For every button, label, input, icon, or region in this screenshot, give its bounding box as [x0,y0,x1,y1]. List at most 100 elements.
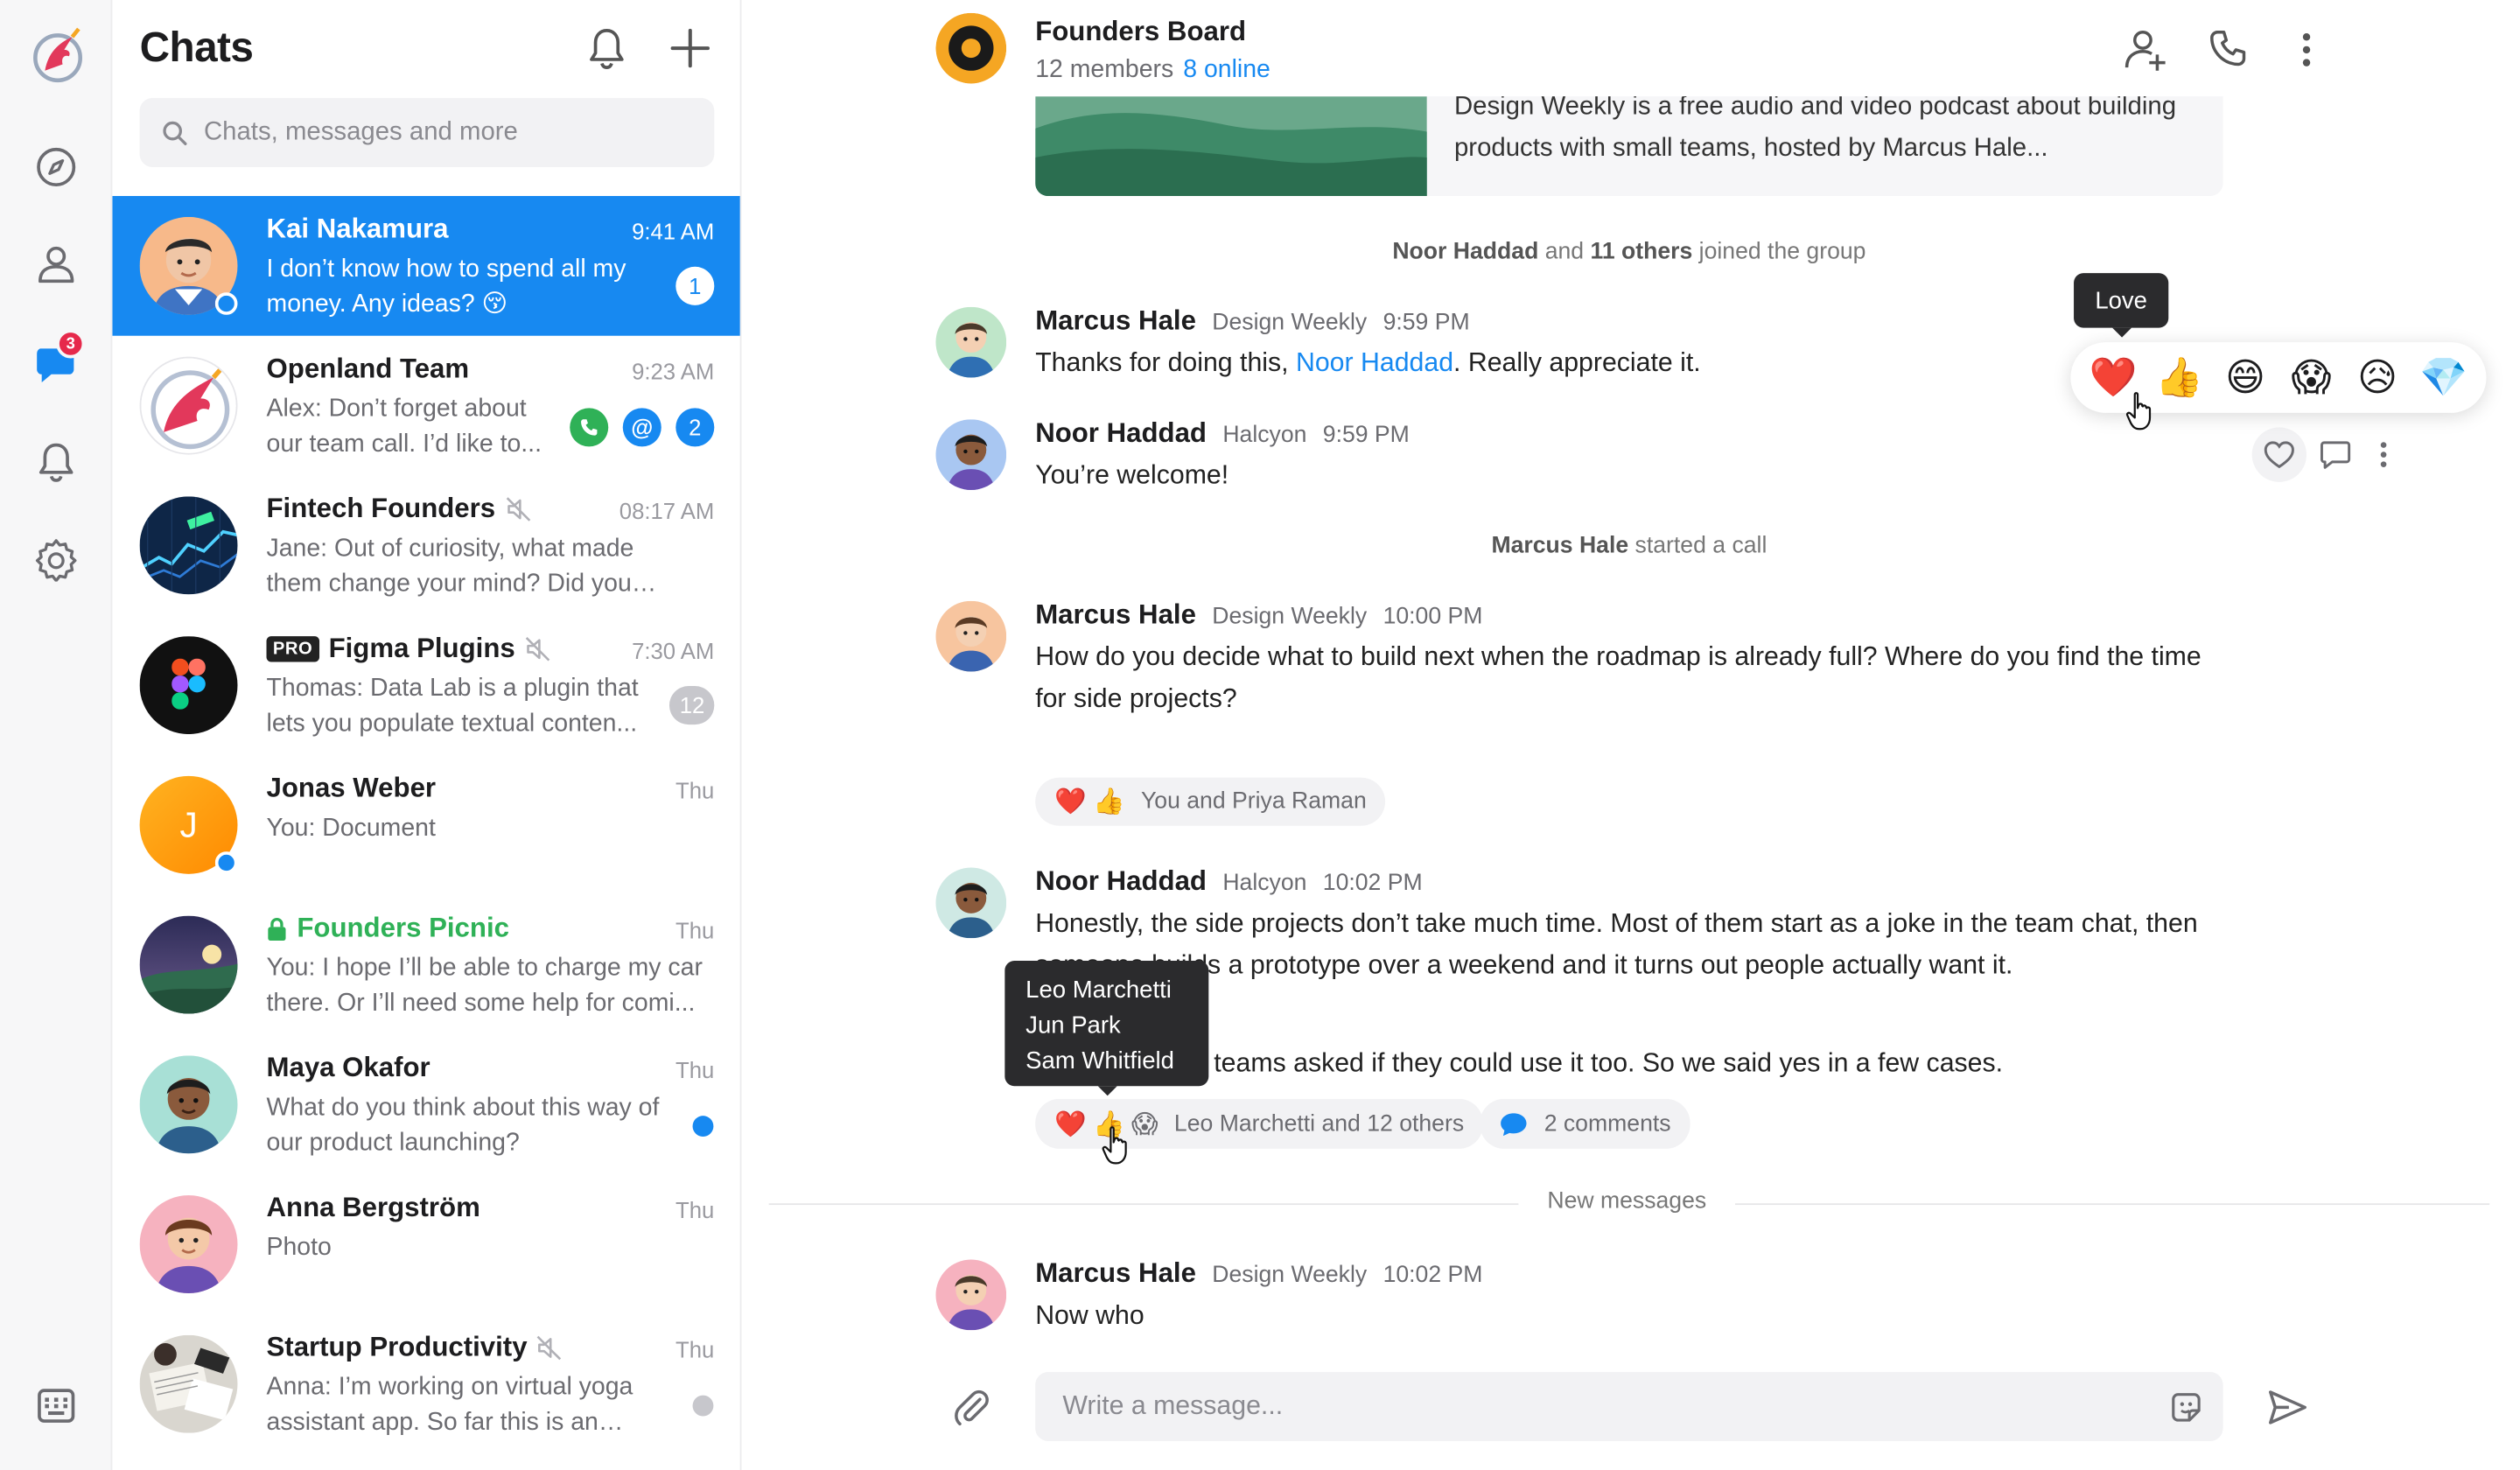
chat-item-jonas-weber[interactable]: J Jonas Weber Thu You: Document [112,755,739,895]
reactor-name: Sam Whitfield [1026,1047,1174,1075]
messages-icon[interactable]: 3 [27,329,86,392]
chat-item-openland-team[interactable]: Openland Team 9:23 AM Alex: Don’t forget… [112,336,739,476]
avatar [139,1334,238,1433]
search-input[interactable] [203,117,686,148]
mention-at-icon: @ [622,408,662,447]
chat-item-maya-okafor[interactable]: Maya Okafor Thu What do you think about … [112,1034,739,1174]
attach-paperclip-icon[interactable] [947,1383,995,1432]
author-name[interactable]: Noor Haddad [1035,866,1207,899]
author-org[interactable]: Design Weekly [1212,310,1367,335]
message-header: Noor Haddad Halcyon 10:02 PM [1035,866,1422,899]
chat-name: PRO Figma Plugins [266,633,551,665]
more-options-icon[interactable] [2278,21,2335,79]
chat-name: Fintech Founders [267,494,531,526]
thumbs-up-reaction-icon: 👍 [1093,788,1125,816]
new-chat-plus-icon[interactable] [662,19,719,77]
author-org[interactable]: Halcyon [1222,871,1306,896]
mention-link[interactable]: Noor Haddad [1296,348,1453,377]
comment-bubble-icon [1501,1112,1527,1136]
comments-button[interactable]: 2 comments [1480,1098,1690,1149]
unread-count: 1 [676,266,715,305]
avatar [139,1195,238,1294]
author-name[interactable]: Marcus Hale [1035,599,1196,632]
chat-name: Maya Okafor [266,1052,430,1083]
laugh-emoji-option[interactable]: 😄 [2218,354,2272,401]
bell-icon[interactable] [578,19,635,77]
chat-item-figma-plugins[interactable]: PRO Figma Plugins 7:30 AM Thomas: Data La… [112,615,739,755]
link-preview-description: Design Weekly is a free audio and video … [1453,96,2177,163]
message-time: 9:59 PM [1382,310,1470,336]
scream-emoji-option[interactable]: 😱 [2284,354,2338,401]
chat-name: Kai Nakamura [266,214,449,245]
member-count[interactable]: 12 members [1035,56,1173,83]
avatar[interactable] [935,306,1007,378]
unread-count: 2 [676,408,715,447]
message-text: Now who [1035,1301,1144,1331]
chat-item-founders-picnic[interactable]: Founders Picnic Thu You: I hope I’ll be … [112,895,739,1035]
figma-logo-avatar [139,636,238,735]
avatar[interactable] [935,1259,1007,1331]
heart-reaction-icon: ❤️ [1054,788,1087,816]
scream-reaction-icon: 😱 [1130,1110,1158,1138]
sad-emoji-option[interactable]: 😥 [2350,354,2404,401]
keyboard-shortcuts-icon[interactable] [27,1377,85,1435]
link-preview-card[interactable]: Design Weekly is a free audio and video … [1035,96,2223,197]
system-call-message: Marcus Hale started a call [1491,533,1768,559]
author-org[interactable]: Halcyon [1222,423,1306,448]
lock-icon [268,917,286,941]
reactions-summary: Leo Marchetti and 12 others [1173,1110,1465,1138]
message-header: Marcus Hale Design Weekly 9:59 PM [1035,305,1469,338]
avatar[interactable] [935,600,1007,672]
chat-preview: Thomas: Data Lab is a plugin that lets y… [266,675,639,738]
avatar[interactable] [935,867,1007,939]
author-org[interactable]: Design Weekly [1212,604,1367,629]
message-header: Noor Haddad Halcyon 9:59 PM [1035,417,1410,450]
avatar [139,1055,238,1154]
message-composer[interactable] [1035,1372,2223,1441]
nav-rail: 3 [0,0,113,1470]
chat-name: Jonas Weber [266,773,437,804]
chat-item-fintech-founders[interactable]: Fintech Founders 08:17 AM Jane: Out of c… [112,475,739,615]
author-name[interactable]: Marcus Hale [1035,305,1196,338]
message-time: 10:02 PM [1382,1263,1483,1289]
author-name[interactable]: Noor Haddad [1035,417,1207,450]
chat-time: 7:30 AM [632,637,715,664]
group-title[interactable]: Founders Board [1035,16,1246,48]
phone-call-icon[interactable] [2201,21,2258,79]
reactions-summary: You and Priya Raman [1140,788,1367,815]
reactor-name: Leo Marchetti [1026,976,1172,1004]
gem-emoji-option[interactable]: 💎 [2416,354,2470,401]
reactions-bar[interactable]: ❤️ 👍 You and Priya Raman [1035,777,1386,826]
author-org[interactable]: Design Weekly [1212,1263,1367,1288]
chat-item-kai-nakamura[interactable]: Kai Nakamura 9:41 AM I don’t know how to… [112,196,740,336]
send-icon[interactable] [2262,1382,2314,1433]
add-member-icon[interactable] [2118,21,2175,79]
avatar[interactable] [935,419,1007,491]
search-box[interactable] [139,98,715,167]
chat-preview: You: Document [266,814,436,843]
compass-icon[interactable] [27,138,85,196]
message-more-icon[interactable] [2370,434,2398,476]
message-time: 10:02 PM [1322,871,1423,897]
avatar [139,915,238,1014]
author-name[interactable]: Marcus Hale [1035,1258,1196,1291]
chat-time: 08:17 AM [619,498,715,524]
notifications-icon[interactable] [27,432,85,490]
comment-icon[interactable] [2314,434,2356,476]
openland-logo-icon[interactable] [27,27,85,85]
group-avatar[interactable] [935,12,1007,84]
thumbs-up-emoji-option[interactable]: 👍 [2152,354,2206,401]
chat-time: Thu [676,777,715,804]
chat-name: Startup Productivity [267,1332,563,1364]
settings-gear-icon[interactable] [27,530,85,588]
chat-item-anna-bergstrom[interactable]: Anna Bergström Thu Photo [112,1174,739,1314]
chat-item-startup-productivity[interactable]: Startup Productivity Thu Anna: I’m worki… [112,1314,739,1454]
chat-preview: What do you think about this way of our … [266,1094,660,1157]
message-text: How do you decide what to build next whe… [1035,642,2202,714]
message-header: Marcus Hale Design Weekly 10:02 PM [1035,1258,1482,1291]
message-input[interactable] [1062,1391,2123,1422]
sticker-smile-icon[interactable] [2168,1390,2203,1424]
profile-icon[interactable] [27,234,85,292]
muted-icon [537,1335,562,1361]
react-heart-icon[interactable] [2251,427,2307,482]
